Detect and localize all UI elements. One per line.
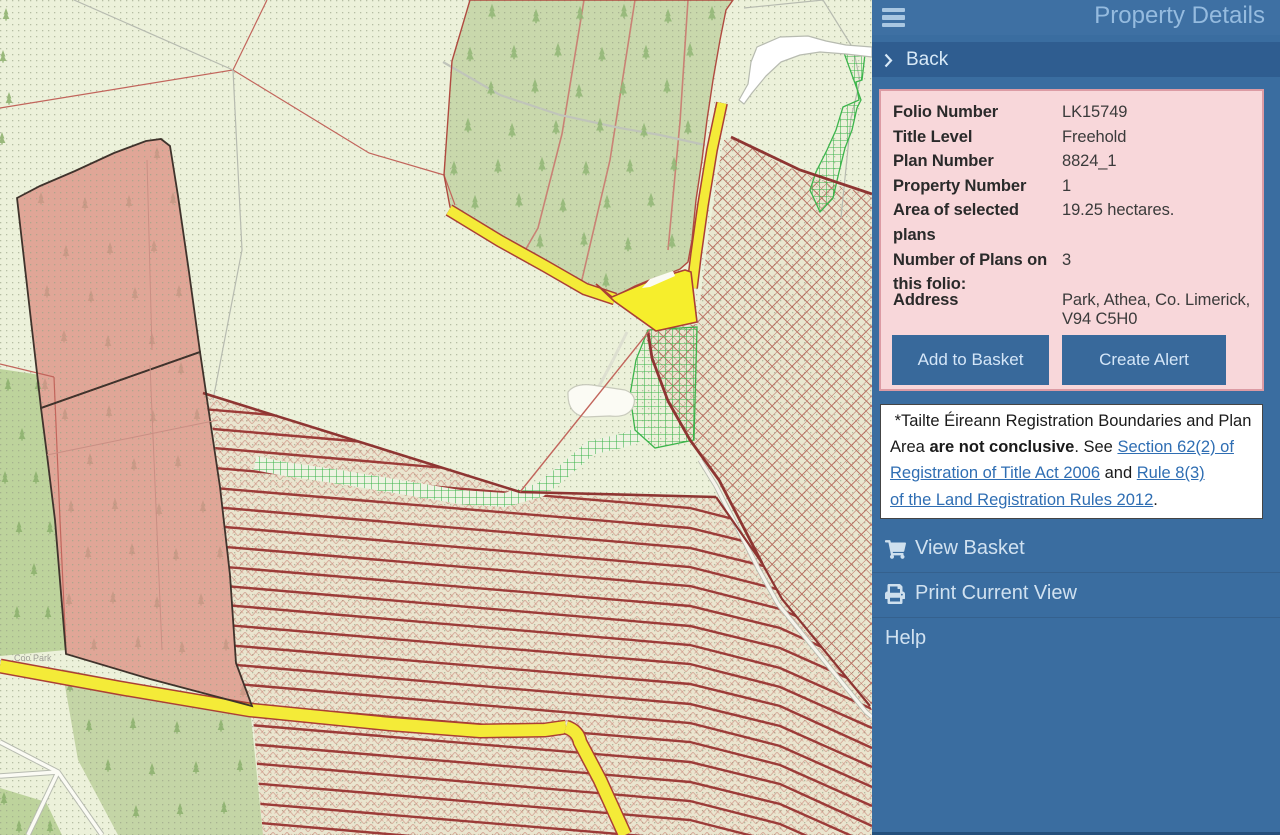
svg-text:Coo Park: Coo Park [14,653,52,663]
